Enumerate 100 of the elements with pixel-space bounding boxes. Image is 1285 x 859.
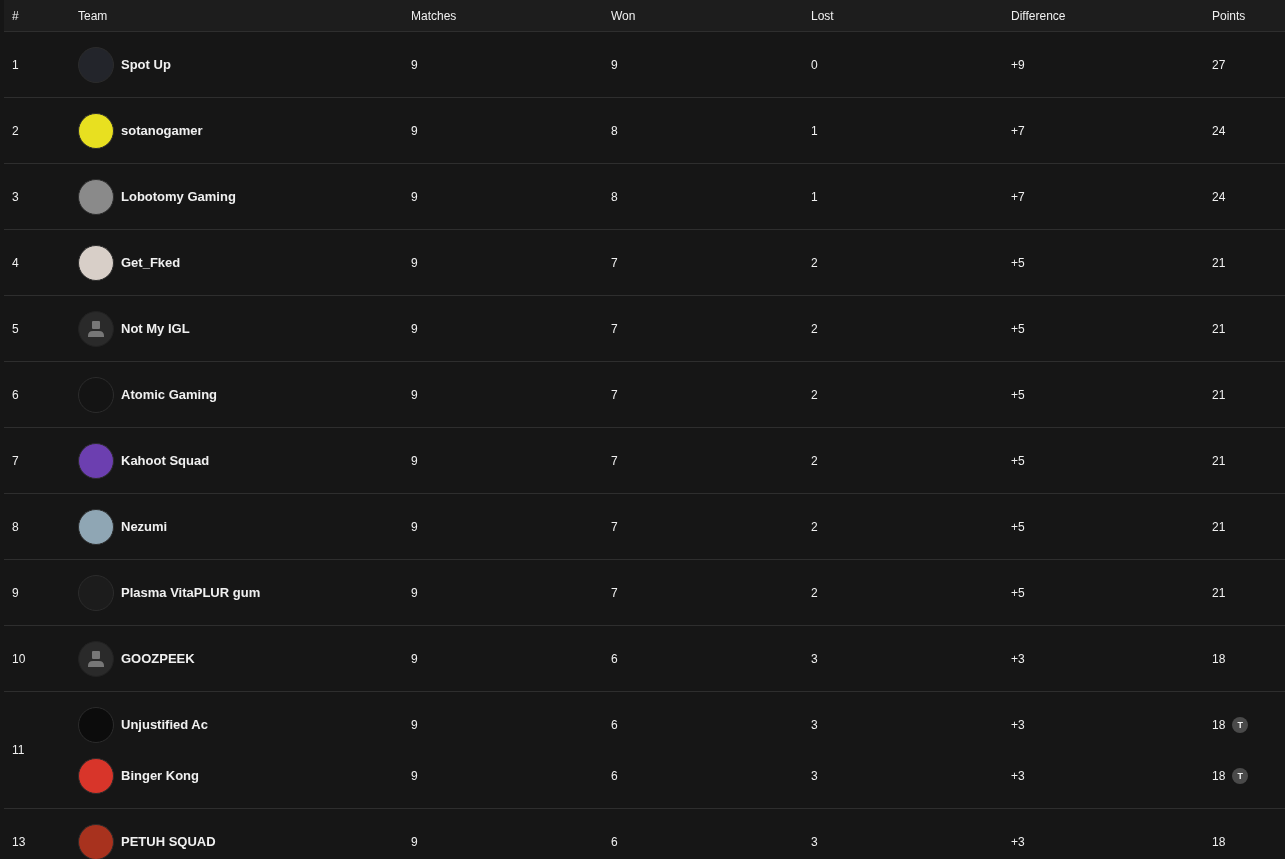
table-cell: 2 xyxy=(811,255,818,270)
table-cell: 2 xyxy=(811,585,818,600)
column-header: Difference xyxy=(1011,8,1066,23)
rank-number: 9 xyxy=(12,585,19,600)
table-cell: 2 xyxy=(811,387,818,402)
table-cell: 9 xyxy=(411,651,418,666)
table-cell: +5 xyxy=(1011,387,1025,402)
rank-number: 4 xyxy=(12,255,19,270)
column-header: Points xyxy=(1212,8,1246,23)
table-cell: 7 xyxy=(611,387,618,402)
table-cell: 21 xyxy=(1212,321,1226,336)
table-cell: 3 xyxy=(811,768,818,783)
table-cell: 0 xyxy=(811,57,818,72)
table-cell: 9 xyxy=(411,834,418,849)
table-cell: 7 xyxy=(611,453,618,468)
team-name[interactable]: Kahoot Squad xyxy=(121,453,210,468)
team-name[interactable]: sotanogamer xyxy=(121,123,203,138)
table-cell: 18 xyxy=(1212,768,1226,783)
team-name[interactable]: Lobotomy Gaming xyxy=(121,189,236,204)
table-cell: 9 xyxy=(411,453,418,468)
rank-number: 5 xyxy=(12,321,19,336)
tiebreak-badge: T xyxy=(1232,767,1249,784)
table-cell: +5 xyxy=(1011,585,1025,600)
table-cell: 24 xyxy=(1212,123,1226,138)
table-cell: 7 xyxy=(611,321,618,336)
rank-number: 6 xyxy=(12,387,19,402)
table-cell: +5 xyxy=(1011,453,1025,468)
table-cell: 2 xyxy=(811,453,818,468)
team-name[interactable]: Plasma VitaPLUR gum xyxy=(121,585,261,600)
table-cell: 6 xyxy=(611,717,618,732)
team-name[interactable]: GOOZPEEK xyxy=(121,651,195,666)
table-cell: 3 xyxy=(811,651,818,666)
table-cell: +5 xyxy=(1011,321,1025,336)
table-cell: 21 xyxy=(1212,519,1226,534)
table-cell: 21 xyxy=(1212,255,1226,270)
table-cell: +3 xyxy=(1011,717,1025,732)
team-name[interactable]: Not My IGL xyxy=(121,321,190,336)
team-name[interactable]: Atomic Gaming xyxy=(121,387,218,402)
team-name[interactable]: Unjustified Ac xyxy=(121,717,208,732)
rank-number: 8 xyxy=(12,519,19,534)
table-cell: 8 xyxy=(611,189,618,204)
table-cell: 1 xyxy=(811,189,818,204)
table-cell: 6 xyxy=(611,651,618,666)
rank-number: 7 xyxy=(12,453,19,468)
table-cell: +7 xyxy=(1011,189,1025,204)
team-name[interactable]: Binger Kong xyxy=(121,768,199,783)
team-name[interactable]: Get_Fked xyxy=(121,255,181,270)
rank-number: 3 xyxy=(12,189,19,204)
table-cell: 9 xyxy=(411,255,418,270)
table-cell: 9 xyxy=(611,57,618,72)
table-cell: 9 xyxy=(411,57,418,72)
table-cell: 2 xyxy=(811,519,818,534)
column-header: Team xyxy=(78,8,108,23)
column-header: # xyxy=(12,8,19,23)
table-cell: 18 xyxy=(1212,834,1226,849)
rank-number: 11 xyxy=(12,743,25,757)
table-cell: +3 xyxy=(1011,834,1025,849)
table-cell: 21 xyxy=(1212,585,1226,600)
column-header: Lost xyxy=(811,8,834,23)
table-cell: +5 xyxy=(1011,519,1025,534)
table-cell: +9 xyxy=(1011,57,1025,72)
table-cell: 2 xyxy=(811,321,818,336)
rank-number: 10 xyxy=(12,651,26,666)
table-cell: 7 xyxy=(611,255,618,270)
table-cell: 21 xyxy=(1212,453,1226,468)
table-cell: 9 xyxy=(411,519,418,534)
table-cell: 9 xyxy=(411,387,418,402)
rank-number: 2 xyxy=(12,123,19,138)
team-name[interactable]: PETUH SQUAD xyxy=(121,834,216,849)
table-cell: 18 xyxy=(1212,717,1226,732)
table-cell: 24 xyxy=(1212,189,1226,204)
tiebreak-badge: T xyxy=(1232,716,1249,733)
rank-number: 1 xyxy=(12,57,19,72)
table-cell: +3 xyxy=(1011,768,1025,783)
table-cell: 27 xyxy=(1212,57,1226,72)
avatar-silhouette-icon xyxy=(78,310,114,347)
team-name[interactable]: Spot Up xyxy=(121,57,171,72)
table-cell: 9 xyxy=(411,321,418,336)
table-cell: 21 xyxy=(1212,387,1226,402)
table-cell: 1 xyxy=(811,123,818,138)
table-cell: 3 xyxy=(811,717,818,732)
table-cell: 9 xyxy=(411,585,418,600)
rank-number: 13 xyxy=(12,834,26,849)
table-cell: +3 xyxy=(1011,651,1025,666)
column-header: Matches xyxy=(411,8,457,23)
team-name[interactable]: Nezumi xyxy=(121,519,168,534)
table-cell: 9 xyxy=(411,717,418,732)
table-cell: 8 xyxy=(611,123,618,138)
table-cell: 9 xyxy=(411,123,418,138)
table-cell: 6 xyxy=(611,768,618,783)
table-cell: +7 xyxy=(1011,123,1025,138)
column-header: Won xyxy=(611,8,636,23)
table-cell: 9 xyxy=(411,768,418,783)
table-cell: 18 xyxy=(1212,651,1226,666)
table-cell: 7 xyxy=(611,519,618,534)
table-cell: +5 xyxy=(1011,255,1025,270)
table-cell: 9 xyxy=(411,189,418,204)
table-cell: 6 xyxy=(611,834,618,849)
avatar-silhouette-icon xyxy=(78,640,114,677)
table-cell: 3 xyxy=(811,834,818,849)
